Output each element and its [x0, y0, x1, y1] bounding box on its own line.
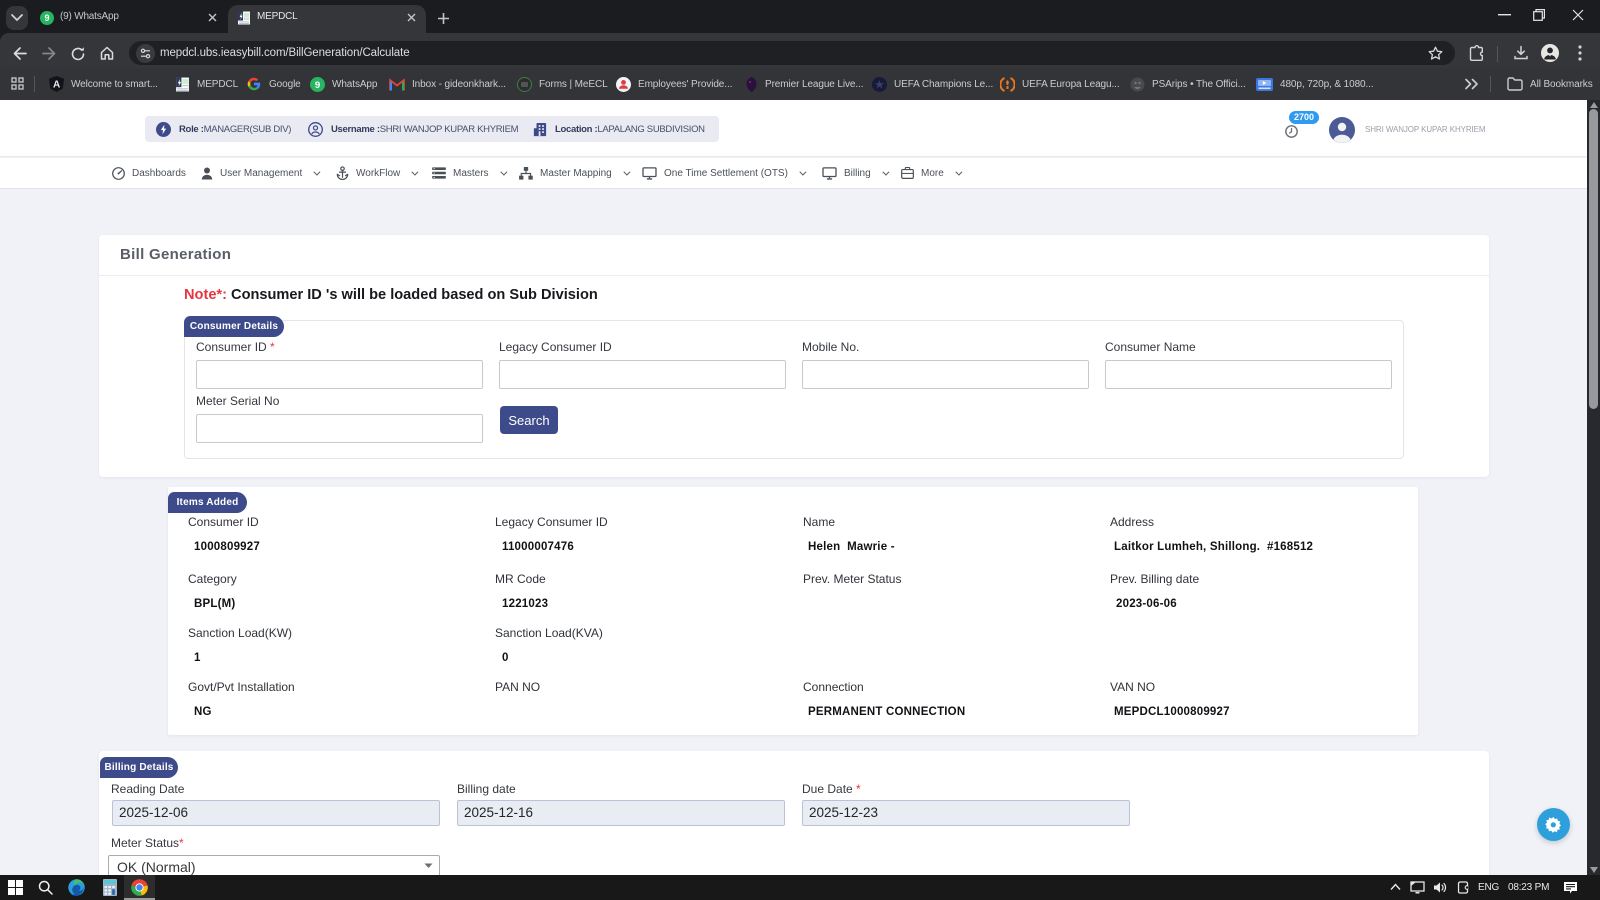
- svg-text:9: 9: [315, 79, 320, 90]
- svg-text:9: 9: [44, 13, 49, 23]
- svg-text:A: A: [53, 80, 60, 91]
